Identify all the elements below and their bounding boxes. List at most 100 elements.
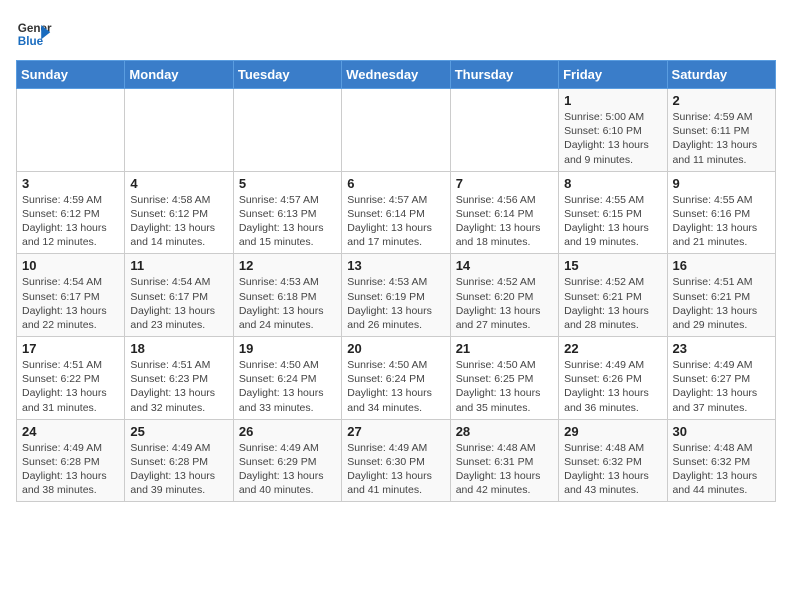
day-number: 20 [347, 341, 444, 356]
day-info: Sunrise: 4:51 AM Sunset: 6:22 PM Dayligh… [22, 358, 119, 415]
day-number: 13 [347, 258, 444, 273]
calendar-cell: 8Sunrise: 4:55 AM Sunset: 6:15 PM Daylig… [559, 171, 667, 254]
calendar-cell: 26 Sunrise: 4:49 AM Sunset: 6:29 PM Dayli… [233, 419, 341, 502]
day-number: 28 [456, 424, 553, 439]
weekday-header-monday: Monday [125, 61, 233, 89]
calendar-cell: 6Sunrise: 4:57 AM Sunset: 6:14 PM Daylig… [342, 171, 450, 254]
calendar-cell: 28 Sunrise: 4:48 AM Sunset: 6:31 PM Dayli… [450, 419, 558, 502]
calendar-cell: 12Sunrise: 4:53 AM Sunset: 6:18 PM Dayli… [233, 254, 341, 337]
calendar-cell: 13 Sunrise: 4:53 AM Sunset: 6:19 PM Dayli… [342, 254, 450, 337]
day-info: Sunrise: 4:50 AM Sunset: 6:25 PM Dayligh… [456, 358, 553, 415]
calendar: SundayMondayTuesdayWednesdayThursdayFrid… [16, 60, 776, 502]
day-number: 3 [22, 176, 119, 191]
day-info: Sunrise: 4:49 AM Sunset: 6:26 PM Dayligh… [564, 358, 661, 415]
calendar-cell [342, 89, 450, 172]
calendar-cell: 9 Sunrise: 4:55 AM Sunset: 6:16 PM Daylig… [667, 171, 775, 254]
calendar-cell: 20 Sunrise: 4:50 AM Sunset: 6:24 PM Dayli… [342, 337, 450, 420]
day-info: Sunrise: 4:56 AM Sunset: 6:14 PM Dayligh… [456, 193, 553, 250]
day-number: 22 [564, 341, 661, 356]
week-row-5: 24 Sunrise: 4:49 AM Sunset: 6:28 PM Dayli… [17, 419, 776, 502]
day-info: Sunrise: 4:49 AM Sunset: 6:28 PM Dayligh… [130, 441, 227, 498]
day-info: Sunrise: 4:57 AM Sunset: 6:13 PM Dayligh… [239, 193, 336, 250]
calendar-cell: 5 Sunrise: 4:57 AM Sunset: 6:13 PM Daylig… [233, 171, 341, 254]
weekday-header-friday: Friday [559, 61, 667, 89]
day-number: 11 [130, 258, 227, 273]
day-number: 14 [456, 258, 553, 273]
day-info: Sunrise: 4:50 AM Sunset: 6:24 PM Dayligh… [239, 358, 336, 415]
day-number: 24 [22, 424, 119, 439]
day-number: 16 [673, 258, 770, 273]
calendar-cell: 29Sunrise: 4:48 AM Sunset: 6:32 PM Dayli… [559, 419, 667, 502]
day-info: Sunrise: 4:49 AM Sunset: 6:29 PM Dayligh… [239, 441, 336, 498]
week-row-4: 17 Sunrise: 4:51 AM Sunset: 6:22 PM Dayli… [17, 337, 776, 420]
day-number: 26 [239, 424, 336, 439]
day-info: Sunrise: 4:49 AM Sunset: 6:27 PM Dayligh… [673, 358, 770, 415]
calendar-cell: 25Sunrise: 4:49 AM Sunset: 6:28 PM Dayli… [125, 419, 233, 502]
weekday-header-thursday: Thursday [450, 61, 558, 89]
weekday-header-saturday: Saturday [667, 61, 775, 89]
day-info: Sunrise: 4:55 AM Sunset: 6:15 PM Dayligh… [564, 193, 661, 250]
day-info: Sunrise: 4:54 AM Sunset: 6:17 PM Dayligh… [130, 275, 227, 332]
weekday-header-wednesday: Wednesday [342, 61, 450, 89]
calendar-cell: 1 Sunrise: 5:00 AM Sunset: 6:10 PM Daylig… [559, 89, 667, 172]
calendar-body: 1 Sunrise: 5:00 AM Sunset: 6:10 PM Daylig… [17, 89, 776, 502]
day-info: Sunrise: 4:54 AM Sunset: 6:17 PM Dayligh… [22, 275, 119, 332]
day-number: 23 [673, 341, 770, 356]
logo: General Blue [16, 16, 52, 52]
week-row-2: 3 Sunrise: 4:59 AM Sunset: 6:12 PM Daylig… [17, 171, 776, 254]
calendar-cell: 24 Sunrise: 4:49 AM Sunset: 6:28 PM Dayli… [17, 419, 125, 502]
calendar-cell: 21 Sunrise: 4:50 AM Sunset: 6:25 PM Dayli… [450, 337, 558, 420]
day-number: 15 [564, 258, 661, 273]
calendar-cell: 22 Sunrise: 4:49 AM Sunset: 6:26 PM Dayli… [559, 337, 667, 420]
logo-icon: General Blue [16, 16, 52, 52]
header: General Blue [16, 16, 776, 52]
day-number: 29 [564, 424, 661, 439]
day-info: Sunrise: 4:52 AM Sunset: 6:20 PM Dayligh… [456, 275, 553, 332]
day-info: Sunrise: 4:49 AM Sunset: 6:28 PM Dayligh… [22, 441, 119, 498]
weekday-header-row: SundayMondayTuesdayWednesdayThursdayFrid… [17, 61, 776, 89]
day-info: Sunrise: 4:58 AM Sunset: 6:12 PM Dayligh… [130, 193, 227, 250]
calendar-cell [125, 89, 233, 172]
day-number: 1 [564, 93, 661, 108]
calendar-cell [233, 89, 341, 172]
day-number: 10 [22, 258, 119, 273]
day-info: Sunrise: 4:49 AM Sunset: 6:30 PM Dayligh… [347, 441, 444, 498]
calendar-cell: 23 Sunrise: 4:49 AM Sunset: 6:27 PM Dayli… [667, 337, 775, 420]
calendar-cell: 16 Sunrise: 4:51 AM Sunset: 6:21 PM Dayli… [667, 254, 775, 337]
day-number: 18 [130, 341, 227, 356]
day-number: 30 [673, 424, 770, 439]
day-info: Sunrise: 4:59 AM Sunset: 6:12 PM Dayligh… [22, 193, 119, 250]
day-number: 17 [22, 341, 119, 356]
week-row-1: 1 Sunrise: 5:00 AM Sunset: 6:10 PM Daylig… [17, 89, 776, 172]
calendar-cell: 30Sunrise: 4:48 AM Sunset: 6:32 PM Dayli… [667, 419, 775, 502]
day-number: 19 [239, 341, 336, 356]
calendar-cell: 11 Sunrise: 4:54 AM Sunset: 6:17 PM Dayli… [125, 254, 233, 337]
day-info: Sunrise: 4:53 AM Sunset: 6:19 PM Dayligh… [347, 275, 444, 332]
day-number: 7 [456, 176, 553, 191]
weekday-header-sunday: Sunday [17, 61, 125, 89]
day-info: Sunrise: 4:59 AM Sunset: 6:11 PM Dayligh… [673, 110, 770, 167]
day-info: Sunrise: 4:53 AM Sunset: 6:18 PM Dayligh… [239, 275, 336, 332]
day-number: 21 [456, 341, 553, 356]
day-info: Sunrise: 5:00 AM Sunset: 6:10 PM Dayligh… [564, 110, 661, 167]
calendar-cell: 10 Sunrise: 4:54 AM Sunset: 6:17 PM Dayli… [17, 254, 125, 337]
day-info: Sunrise: 4:50 AM Sunset: 6:24 PM Dayligh… [347, 358, 444, 415]
day-info: Sunrise: 4:51 AM Sunset: 6:21 PM Dayligh… [673, 275, 770, 332]
day-number: 4 [130, 176, 227, 191]
calendar-cell: 14 Sunrise: 4:52 AM Sunset: 6:20 PM Dayli… [450, 254, 558, 337]
weekday-header-tuesday: Tuesday [233, 61, 341, 89]
calendar-cell: 15Sunrise: 4:52 AM Sunset: 6:21 PM Dayli… [559, 254, 667, 337]
calendar-cell: 4 Sunrise: 4:58 AM Sunset: 6:12 PM Daylig… [125, 171, 233, 254]
calendar-cell: 2Sunrise: 4:59 AM Sunset: 6:11 PM Daylig… [667, 89, 775, 172]
calendar-cell: 27 Sunrise: 4:49 AM Sunset: 6:30 PM Dayli… [342, 419, 450, 502]
calendar-cell: 18Sunrise: 4:51 AM Sunset: 6:23 PM Dayli… [125, 337, 233, 420]
week-row-3: 10 Sunrise: 4:54 AM Sunset: 6:17 PM Dayli… [17, 254, 776, 337]
calendar-cell: 3 Sunrise: 4:59 AM Sunset: 6:12 PM Daylig… [17, 171, 125, 254]
day-number: 9 [673, 176, 770, 191]
svg-text:Blue: Blue [18, 35, 44, 48]
day-number: 5 [239, 176, 336, 191]
calendar-cell: 17 Sunrise: 4:51 AM Sunset: 6:22 PM Dayli… [17, 337, 125, 420]
day-info: Sunrise: 4:48 AM Sunset: 6:31 PM Dayligh… [456, 441, 553, 498]
day-info: Sunrise: 4:55 AM Sunset: 6:16 PM Dayligh… [673, 193, 770, 250]
day-number: 27 [347, 424, 444, 439]
